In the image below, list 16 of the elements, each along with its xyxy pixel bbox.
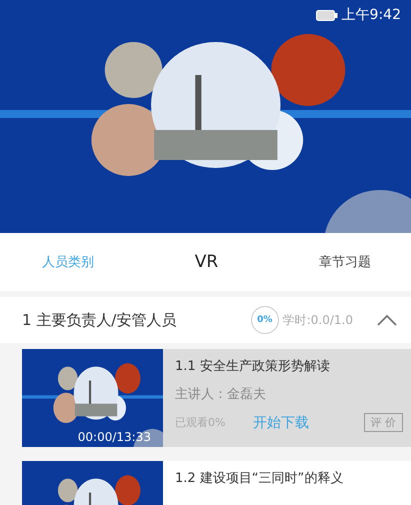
status-time: 上午9:42 — [342, 6, 401, 24]
video-thumbnail-drawing[interactable] — [22, 461, 163, 505]
video-frame-drawing[interactable] — [0, 0, 411, 233]
lesson-title: 1.2 建设项目“三同时”的释义 — [175, 470, 344, 487]
collapse-icon[interactable] — [377, 314, 397, 326]
tab[interactable]: VR — [194, 246, 218, 278]
lesson-item[interactable]: 1.2 建设项目“三同时”的释义 — [22, 461, 411, 505]
lecturer: 主讲人：金磊夫 — [175, 386, 267, 403]
section-title: 1 主要负责人/安管人员 — [22, 310, 178, 330]
battery-icon — [316, 10, 338, 20]
video-thumbnail-drawing[interactable] — [22, 349, 163, 447]
study-hours: 学时:0.0/1.0 — [282, 312, 353, 328]
progress-circle: 0% — [250, 306, 279, 334]
video-duration: 00:00/13:33 — [78, 430, 151, 444]
lesson-title: 1.1 安全生产政策形势解读 — [175, 358, 331, 375]
tab[interactable]: 章节习题 — [318, 247, 371, 277]
